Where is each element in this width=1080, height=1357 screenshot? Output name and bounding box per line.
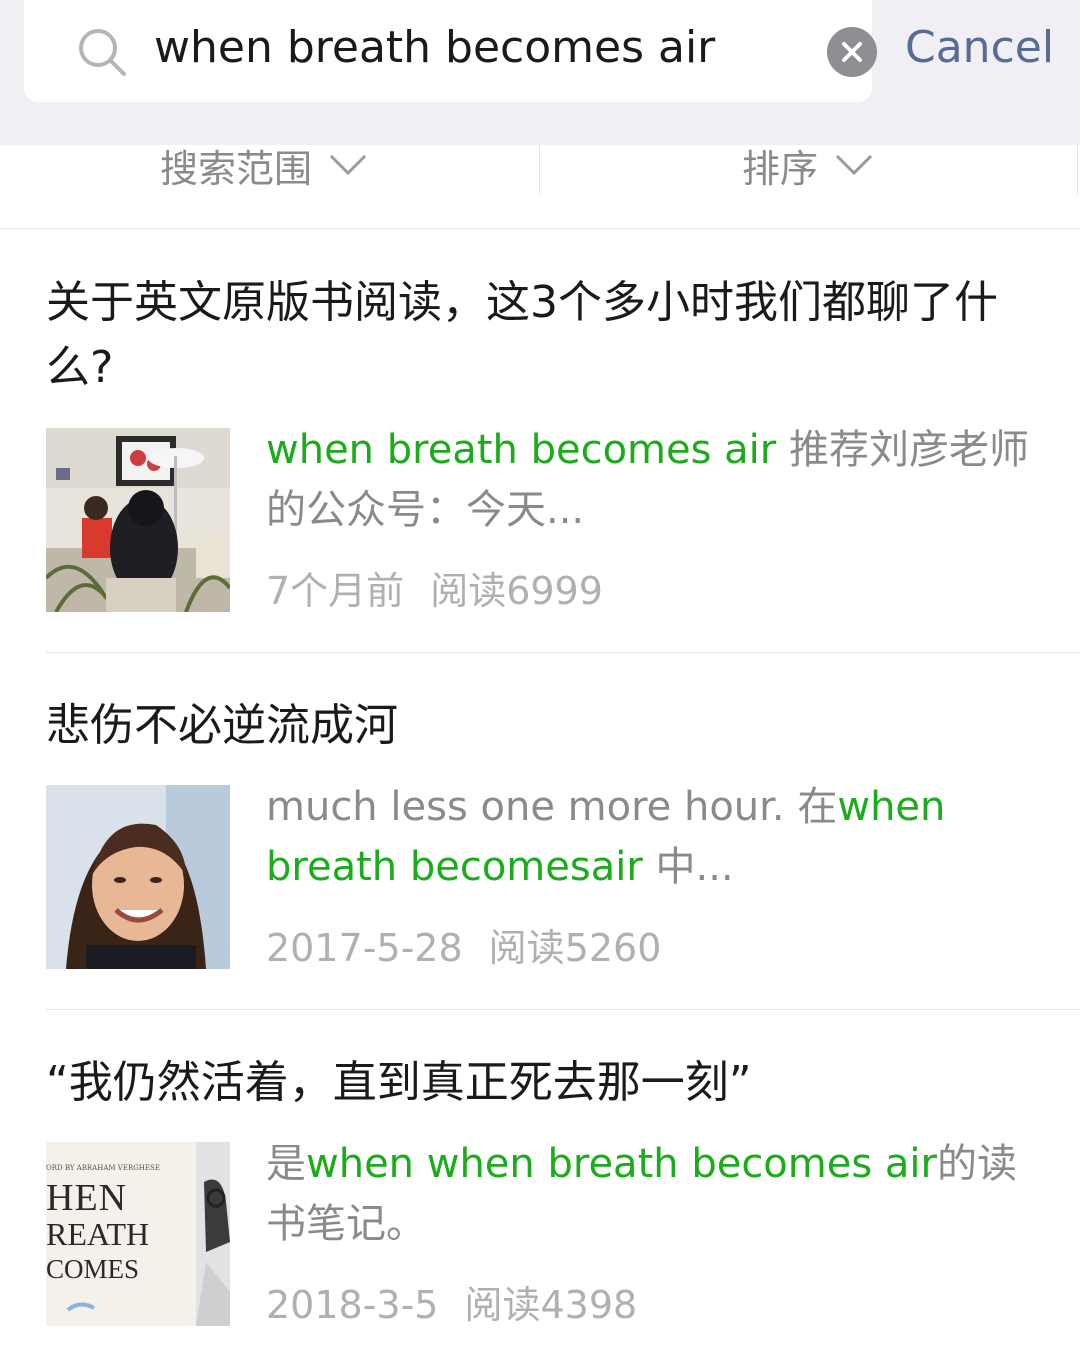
divider bbox=[46, 1009, 1080, 1010]
search-result-item[interactable]: 关于英文原版书阅读，这3个多小时我们都聊了什么? when breath bec… bbox=[46, 270, 1080, 652]
snippet-text: much less one more hour. 在 bbox=[266, 784, 838, 830]
chevron-down-icon bbox=[835, 154, 873, 176]
search-result-item[interactable]: “我仍然活着，直到真正死去那一刻” ORD BY ABRAHAM VERGHES… bbox=[46, 1050, 1080, 1350]
result-date: 7个月前 bbox=[266, 569, 405, 613]
book-cover-title: COMES bbox=[46, 1254, 140, 1284]
result-title: “我仍然活着，直到真正死去那一刻” bbox=[46, 1057, 752, 1108]
search-icon bbox=[79, 29, 126, 76]
snippet-text: 中... bbox=[642, 844, 734, 890]
chevron-down-icon bbox=[329, 154, 367, 176]
snippet-highlight: when when breath becomes air bbox=[306, 1141, 937, 1187]
result-snippet: when breath becomes air 推荐刘彦老师的公众号：今天... bbox=[266, 420, 1036, 540]
result-meta: 2017-5-28 阅读5260 bbox=[266, 917, 661, 972]
result-thumbnail bbox=[46, 428, 230, 612]
result-snippet: much less one more hour. 在when breath be… bbox=[266, 777, 1036, 897]
search-range-dropdown[interactable]: 搜索范围 bbox=[160, 145, 368, 195]
result-date: 2018-3-5 bbox=[266, 1283, 439, 1327]
clear-icon[interactable] bbox=[827, 27, 877, 77]
result-meta: 2018-3-5 阅读4398 bbox=[266, 1274, 637, 1329]
book-cover-title: REATH bbox=[46, 1216, 150, 1252]
result-read-count: 阅读4398 bbox=[464, 1283, 638, 1327]
search-bar: when breath becomes air Cancel bbox=[0, 0, 1080, 145]
book-cover-title: HEN bbox=[46, 1177, 128, 1219]
result-meta: 7个月前 阅读6999 bbox=[266, 560, 603, 615]
divider bbox=[46, 652, 1080, 653]
filter-divider bbox=[1077, 145, 1078, 195]
result-thumbnail bbox=[46, 785, 230, 969]
result-title: 关于英文原版书阅读，这3个多小时我们都聊了什么? bbox=[46, 277, 998, 393]
sort-dropdown[interactable]: 排序 bbox=[742, 145, 874, 195]
filter-divider bbox=[539, 145, 540, 195]
snippet-highlight: when breath becomes air bbox=[266, 427, 777, 473]
filter-bar: 搜索范围 排序 bbox=[0, 145, 1080, 229]
result-read-count: 阅读6999 bbox=[430, 569, 603, 613]
result-date: 2017-5-28 bbox=[266, 926, 463, 970]
result-read-count: 阅读5260 bbox=[488, 926, 662, 970]
snippet-text: 是 bbox=[266, 1141, 306, 1187]
result-snippet: 是when when breath becomes air的读书笔记。 bbox=[266, 1134, 1036, 1254]
search-range-label: 搜索范围 bbox=[160, 146, 313, 191]
cancel-button[interactable]: Cancel bbox=[905, 22, 1054, 73]
result-thumbnail: ORD BY ABRAHAM VERGHESE HEN REATH COMES bbox=[46, 1142, 230, 1326]
search-result-item[interactable]: 悲伤不必逆流成河 much less one more hour. 在when … bbox=[46, 693, 1080, 1009]
search-input[interactable]: when breath becomes air bbox=[154, 22, 715, 73]
book-cover-byline: ORD BY ABRAHAM VERGHESE bbox=[46, 1164, 160, 1172]
search-field[interactable]: when breath becomes air bbox=[24, 0, 877, 102]
result-title: 悲伤不必逆流成河 bbox=[46, 700, 398, 751]
sort-label: 排序 bbox=[742, 146, 819, 191]
